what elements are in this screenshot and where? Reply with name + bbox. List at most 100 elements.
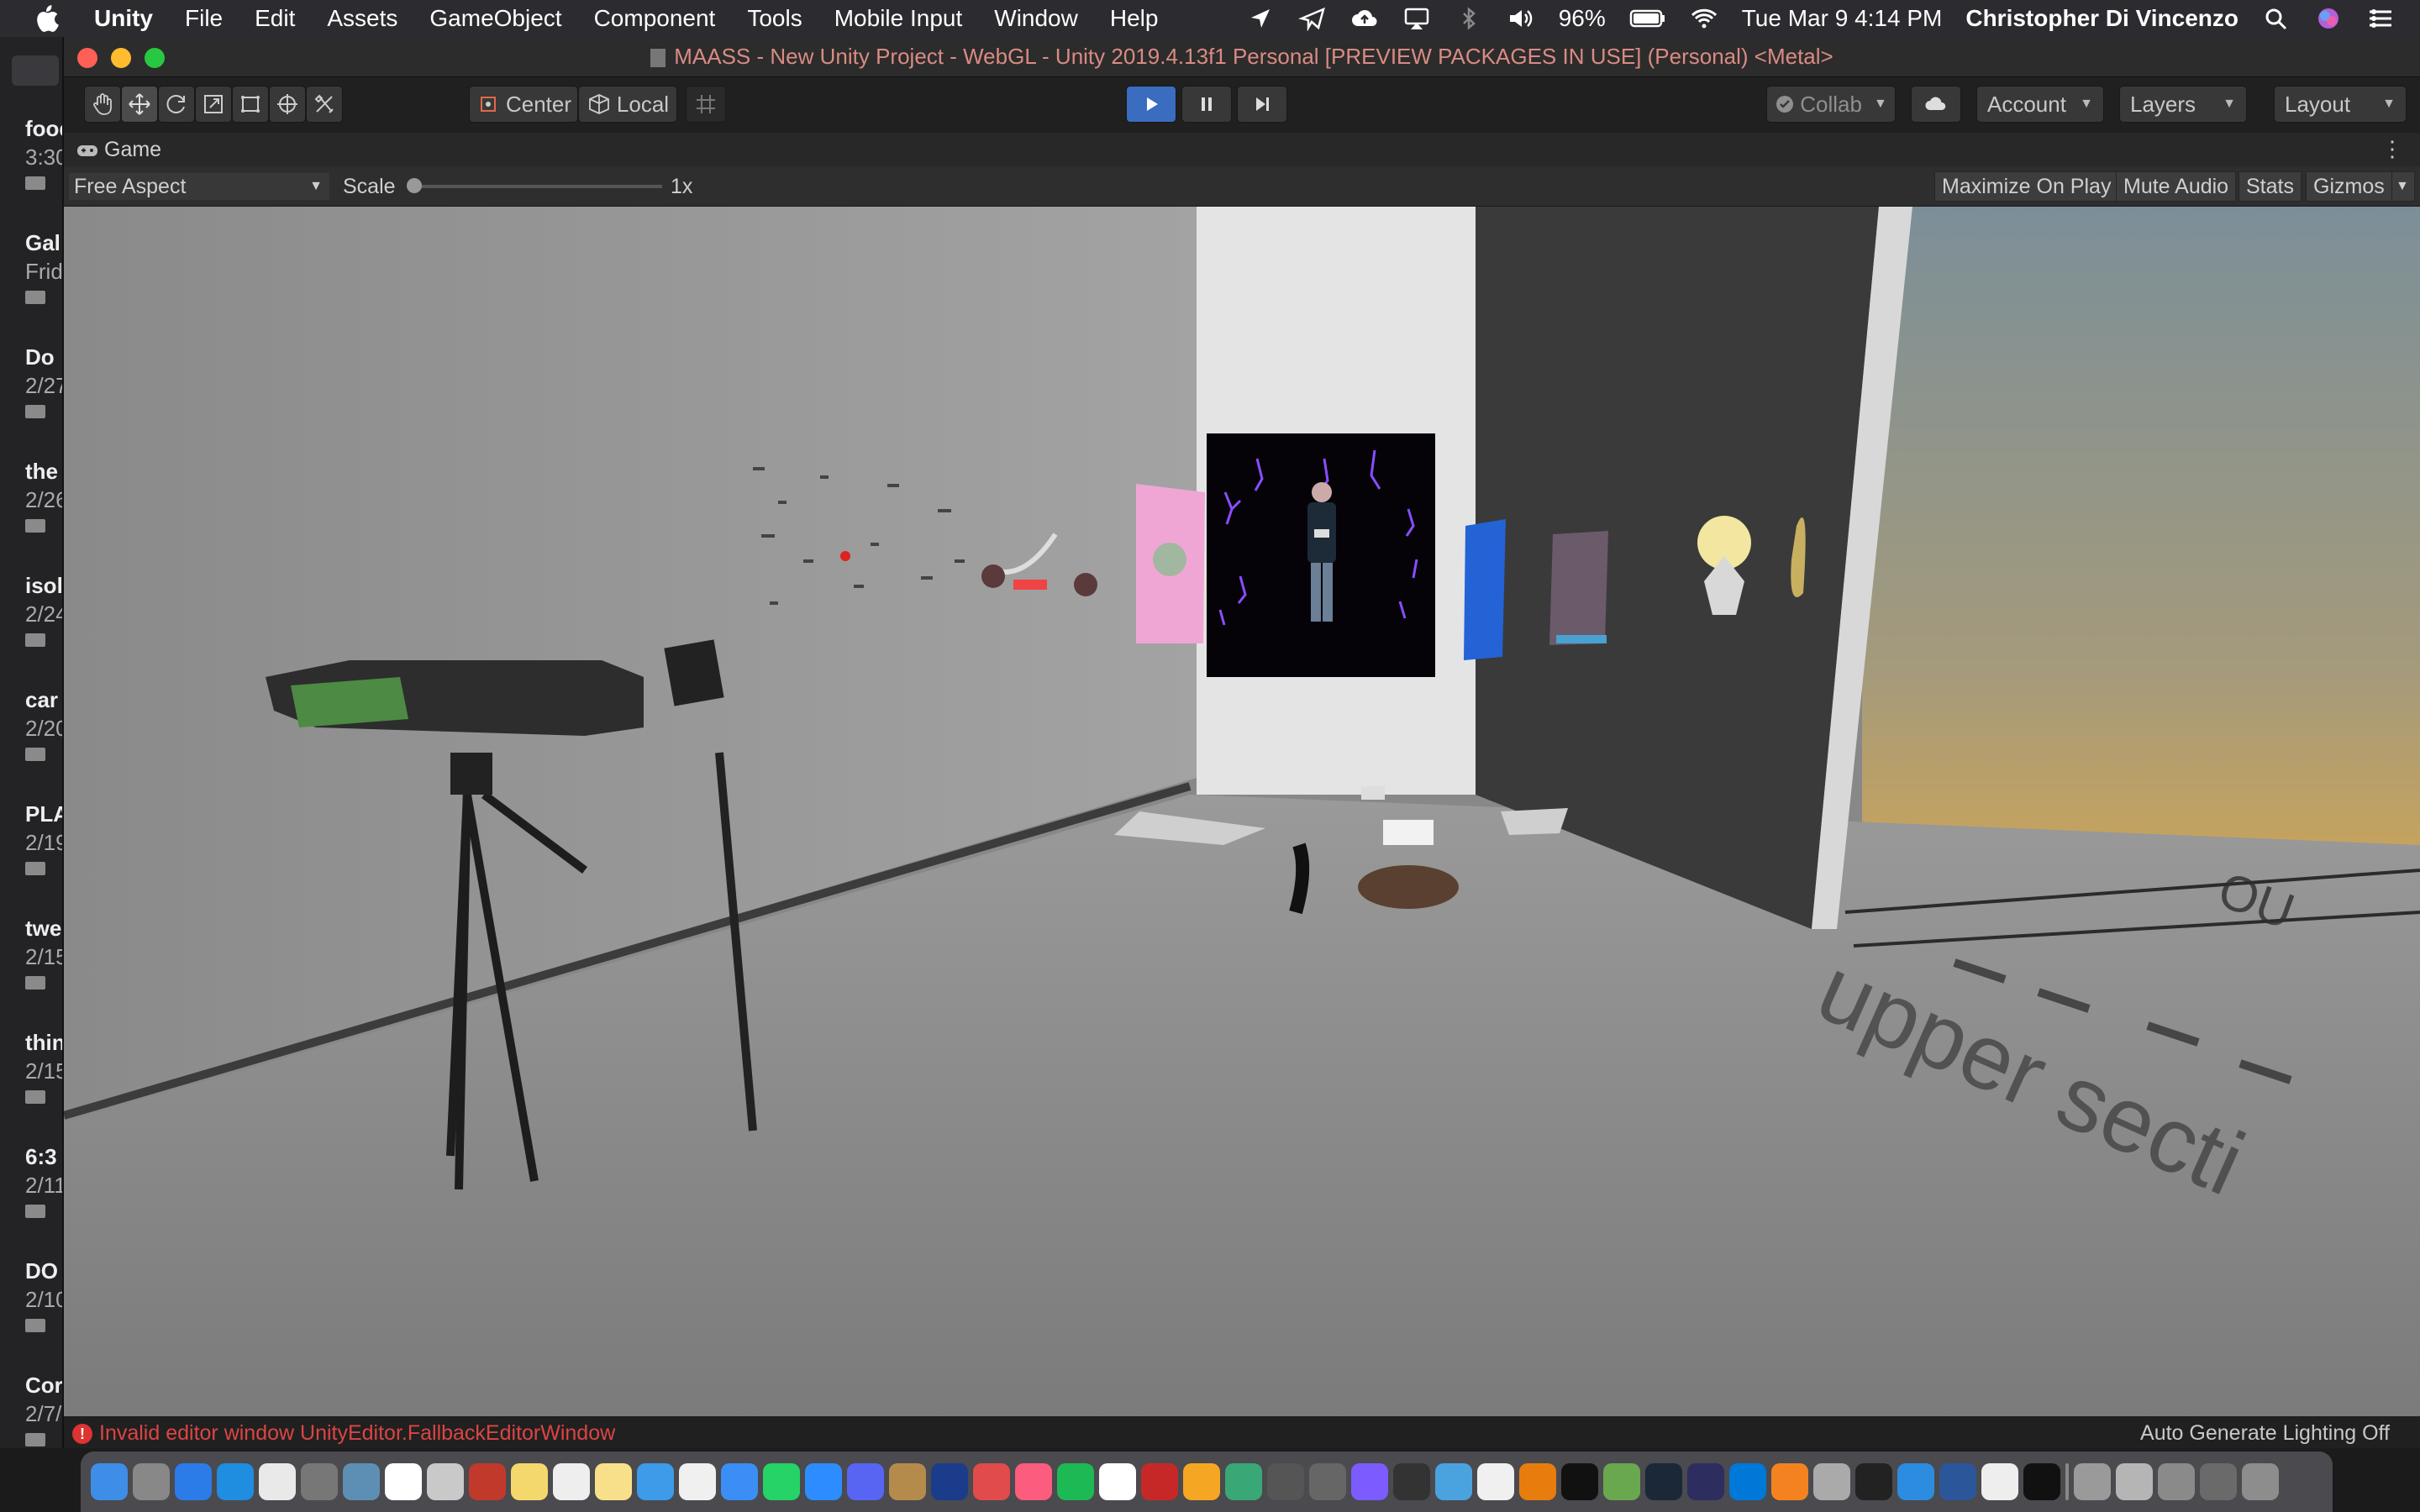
location-icon[interactable] xyxy=(1246,6,1275,31)
layers-dropdown[interactable]: Layers ▼ xyxy=(2119,86,2247,123)
rect-tool-button[interactable] xyxy=(232,86,269,123)
battery-icon[interactable] xyxy=(1629,6,1666,31)
apple-menu-icon[interactable] xyxy=(34,4,59,33)
note-item[interactable]: 6:3 2/11 xyxy=(25,1142,62,1218)
menu-help[interactable]: Help xyxy=(1110,5,1159,32)
terminal-icon[interactable] xyxy=(1855,1463,1892,1500)
menu-tools[interactable]: Tools xyxy=(747,5,802,32)
gizmos-dropdown-chevron-icon[interactable]: ▼ xyxy=(2391,171,2415,202)
mute-audio-toggle[interactable]: Mute Audio xyxy=(2116,171,2237,202)
rotate-tool-button[interactable] xyxy=(158,86,195,123)
bluetooth-icon[interactable] xyxy=(1455,6,1483,31)
blender-icon[interactable] xyxy=(1519,1463,1556,1500)
photos-icon[interactable] xyxy=(679,1463,716,1500)
airplay-icon[interactable] xyxy=(1402,6,1431,31)
safari-icon[interactable] xyxy=(217,1463,254,1500)
note-item[interactable]: car 2/20 xyxy=(25,685,62,761)
stickies-icon[interactable] xyxy=(595,1463,632,1500)
menu-mobile-input[interactable]: Mobile Input xyxy=(834,5,963,32)
chrome-icon[interactable] xyxy=(259,1463,296,1500)
step-button[interactable] xyxy=(1237,86,1287,123)
note-item[interactable]: DO 2/10 xyxy=(25,1257,62,1332)
cloud-services-button[interactable] xyxy=(1911,86,1961,123)
trash-icon[interactable] xyxy=(2242,1463,2279,1500)
edge-icon[interactable] xyxy=(1729,1463,1766,1500)
note-item[interactable]: Cor 2/7/ xyxy=(25,1371,62,1446)
menu-app-name[interactable]: Unity xyxy=(94,5,153,32)
night-owl-icon[interactable] xyxy=(1687,1463,1724,1500)
pivot-space-toggle[interactable]: Local xyxy=(578,86,677,123)
downloads-stack-icon[interactable] xyxy=(2074,1463,2111,1500)
music-icon[interactable] xyxy=(1015,1463,1052,1500)
volume-icon[interactable] xyxy=(1507,6,1535,31)
stats-toggle[interactable]: Stats xyxy=(2238,171,2302,202)
launchpad-icon[interactable] xyxy=(133,1463,170,1500)
control-center-icon[interactable] xyxy=(2366,6,2395,31)
tool-icon[interactable] xyxy=(1309,1463,1346,1500)
paper-plane-icon[interactable] xyxy=(1297,6,1327,31)
utility-icon[interactable] xyxy=(1267,1463,1304,1500)
hand-tool-button[interactable] xyxy=(84,86,121,123)
paramount-icon[interactable] xyxy=(931,1463,968,1500)
calendar-icon[interactable] xyxy=(385,1463,422,1500)
spotlight-search-icon[interactable] xyxy=(2262,6,2291,31)
keynote-icon[interactable] xyxy=(637,1463,674,1500)
note-item[interactable]: Do 2/27 xyxy=(25,343,62,418)
cloud-upload-icon[interactable] xyxy=(1350,6,1379,31)
siri-icon[interactable] xyxy=(2314,6,2343,31)
game-viewport[interactable]: upper secti OU xyxy=(64,207,2420,1416)
lighting-status[interactable]: Auto Generate Lighting Off xyxy=(2140,1421,2390,1446)
account-dropdown[interactable]: Account ▼ xyxy=(1976,86,2104,123)
sublime-icon[interactable] xyxy=(1183,1463,1220,1500)
menubar-clock[interactable]: Tue Mar 9 4:14 PM xyxy=(1742,5,1943,32)
note-item[interactable]: Gal Frid xyxy=(25,228,62,304)
color-picker-icon[interactable] xyxy=(1351,1463,1388,1500)
unity-editor-icon[interactable] xyxy=(2023,1463,2060,1500)
system-preferences-icon[interactable] xyxy=(301,1463,338,1500)
tab-menu-kebab-icon[interactable]: ⋮ xyxy=(2381,136,2403,162)
preview-icon[interactable] xyxy=(343,1463,380,1500)
note-item[interactable]: the 2/26 xyxy=(25,457,62,533)
pivot-mode-toggle[interactable]: Center xyxy=(469,86,578,123)
pause-button[interactable] xyxy=(1181,86,1232,123)
menu-component[interactable]: Component xyxy=(594,5,716,32)
note-item[interactable]: twe 2/15 xyxy=(25,914,62,990)
note-item[interactable]: thin 2/15 xyxy=(25,1028,62,1104)
zoom-icon[interactable] xyxy=(805,1463,842,1500)
unity-hub-icon[interactable] xyxy=(1561,1463,1598,1500)
aspect-ratio-dropdown[interactable]: Free Aspect ▼ xyxy=(69,173,329,200)
desktop-stack-icon[interactable] xyxy=(2200,1463,2237,1500)
note-item[interactable]: isol 2/24 xyxy=(25,571,62,647)
gizmos-toggle[interactable]: Gizmos xyxy=(2306,171,2392,202)
sidebar-toggle-button[interactable] xyxy=(12,55,59,86)
whatsapp-icon[interactable] xyxy=(763,1463,800,1500)
notes-icon[interactable] xyxy=(511,1463,548,1500)
menubar-user[interactable]: Christopher Di Vincenzo xyxy=(1965,5,2238,32)
unity-icon[interactable] xyxy=(1981,1463,2018,1500)
filezilla-icon[interactable] xyxy=(1141,1463,1178,1500)
tab-game[interactable]: Game xyxy=(76,138,161,162)
play-button[interactable] xyxy=(1126,86,1176,123)
textedit-icon[interactable] xyxy=(553,1463,590,1500)
app-store-icon[interactable] xyxy=(175,1463,212,1500)
discord-icon[interactable] xyxy=(847,1463,884,1500)
minecraft-icon[interactable] xyxy=(1603,1463,1640,1500)
davinci-resolve-icon[interactable] xyxy=(1393,1463,1430,1500)
custom-tool-button[interactable] xyxy=(306,86,343,123)
pycharm-icon[interactable] xyxy=(1099,1463,1136,1500)
atom-icon[interactable] xyxy=(1225,1463,1262,1500)
menu-edit[interactable]: Edit xyxy=(255,5,295,32)
scale-slider-track[interactable] xyxy=(410,185,662,188)
finder-icon[interactable] xyxy=(91,1463,128,1500)
snap-grid-button[interactable] xyxy=(686,86,726,123)
wifi-icon[interactable] xyxy=(1690,6,1718,31)
move-tool-button[interactable] xyxy=(121,86,158,123)
utility-brush-icon[interactable] xyxy=(1813,1463,1850,1500)
menu-gameobject[interactable]: GameObject xyxy=(429,5,561,32)
files-icon[interactable] xyxy=(427,1463,464,1500)
cyberduck-icon[interactable] xyxy=(1477,1463,1514,1500)
onedrive-icon[interactable] xyxy=(1897,1463,1934,1500)
layout-dropdown[interactable]: Layout ▼ xyxy=(2274,86,2407,123)
spotify-icon[interactable] xyxy=(1057,1463,1094,1500)
documents-stack-icon[interactable] xyxy=(2116,1463,2153,1500)
